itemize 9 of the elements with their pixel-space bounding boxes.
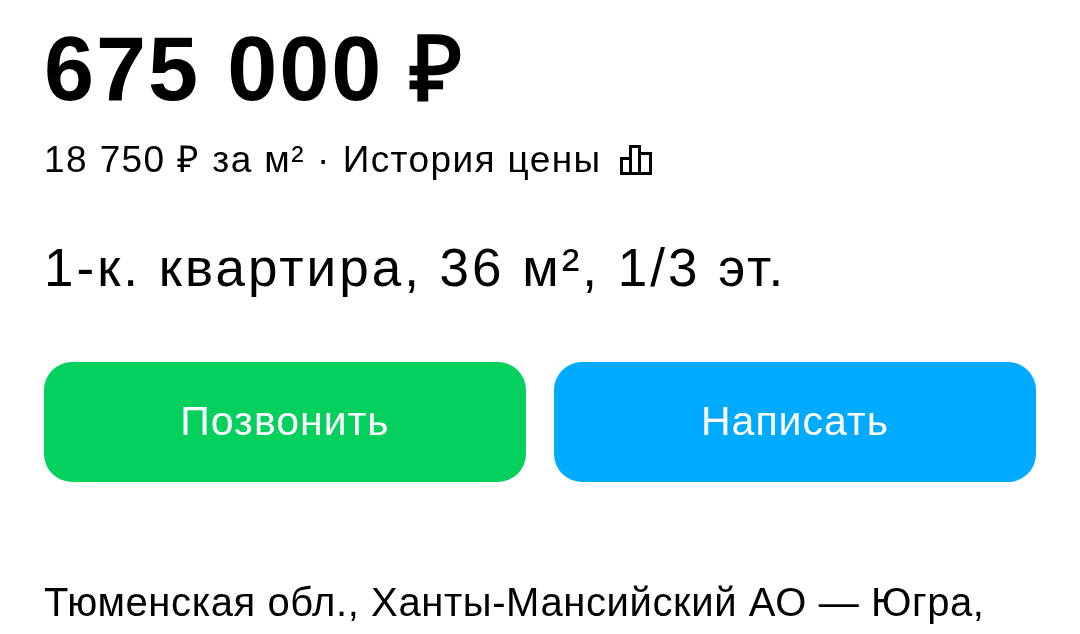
separator-dot: · (316, 137, 331, 182)
price-history-link[interactable]: История цены (342, 137, 652, 183)
bar-chart-icon (619, 145, 652, 175)
price-per-square-meter: 18 750 ₽ за м² (44, 137, 305, 182)
price: 675 000 ₽ (44, 24, 466, 114)
call-button[interactable]: Позвонить (44, 361, 526, 482)
message-button[interactable]: Написать (554, 361, 1036, 482)
listing-title: 1-к. квартира, 36 м², 1/3 эт. (44, 237, 788, 299)
address-text: Тюменская обл., Ханты-Мансийский АО — Югра, (44, 578, 986, 626)
